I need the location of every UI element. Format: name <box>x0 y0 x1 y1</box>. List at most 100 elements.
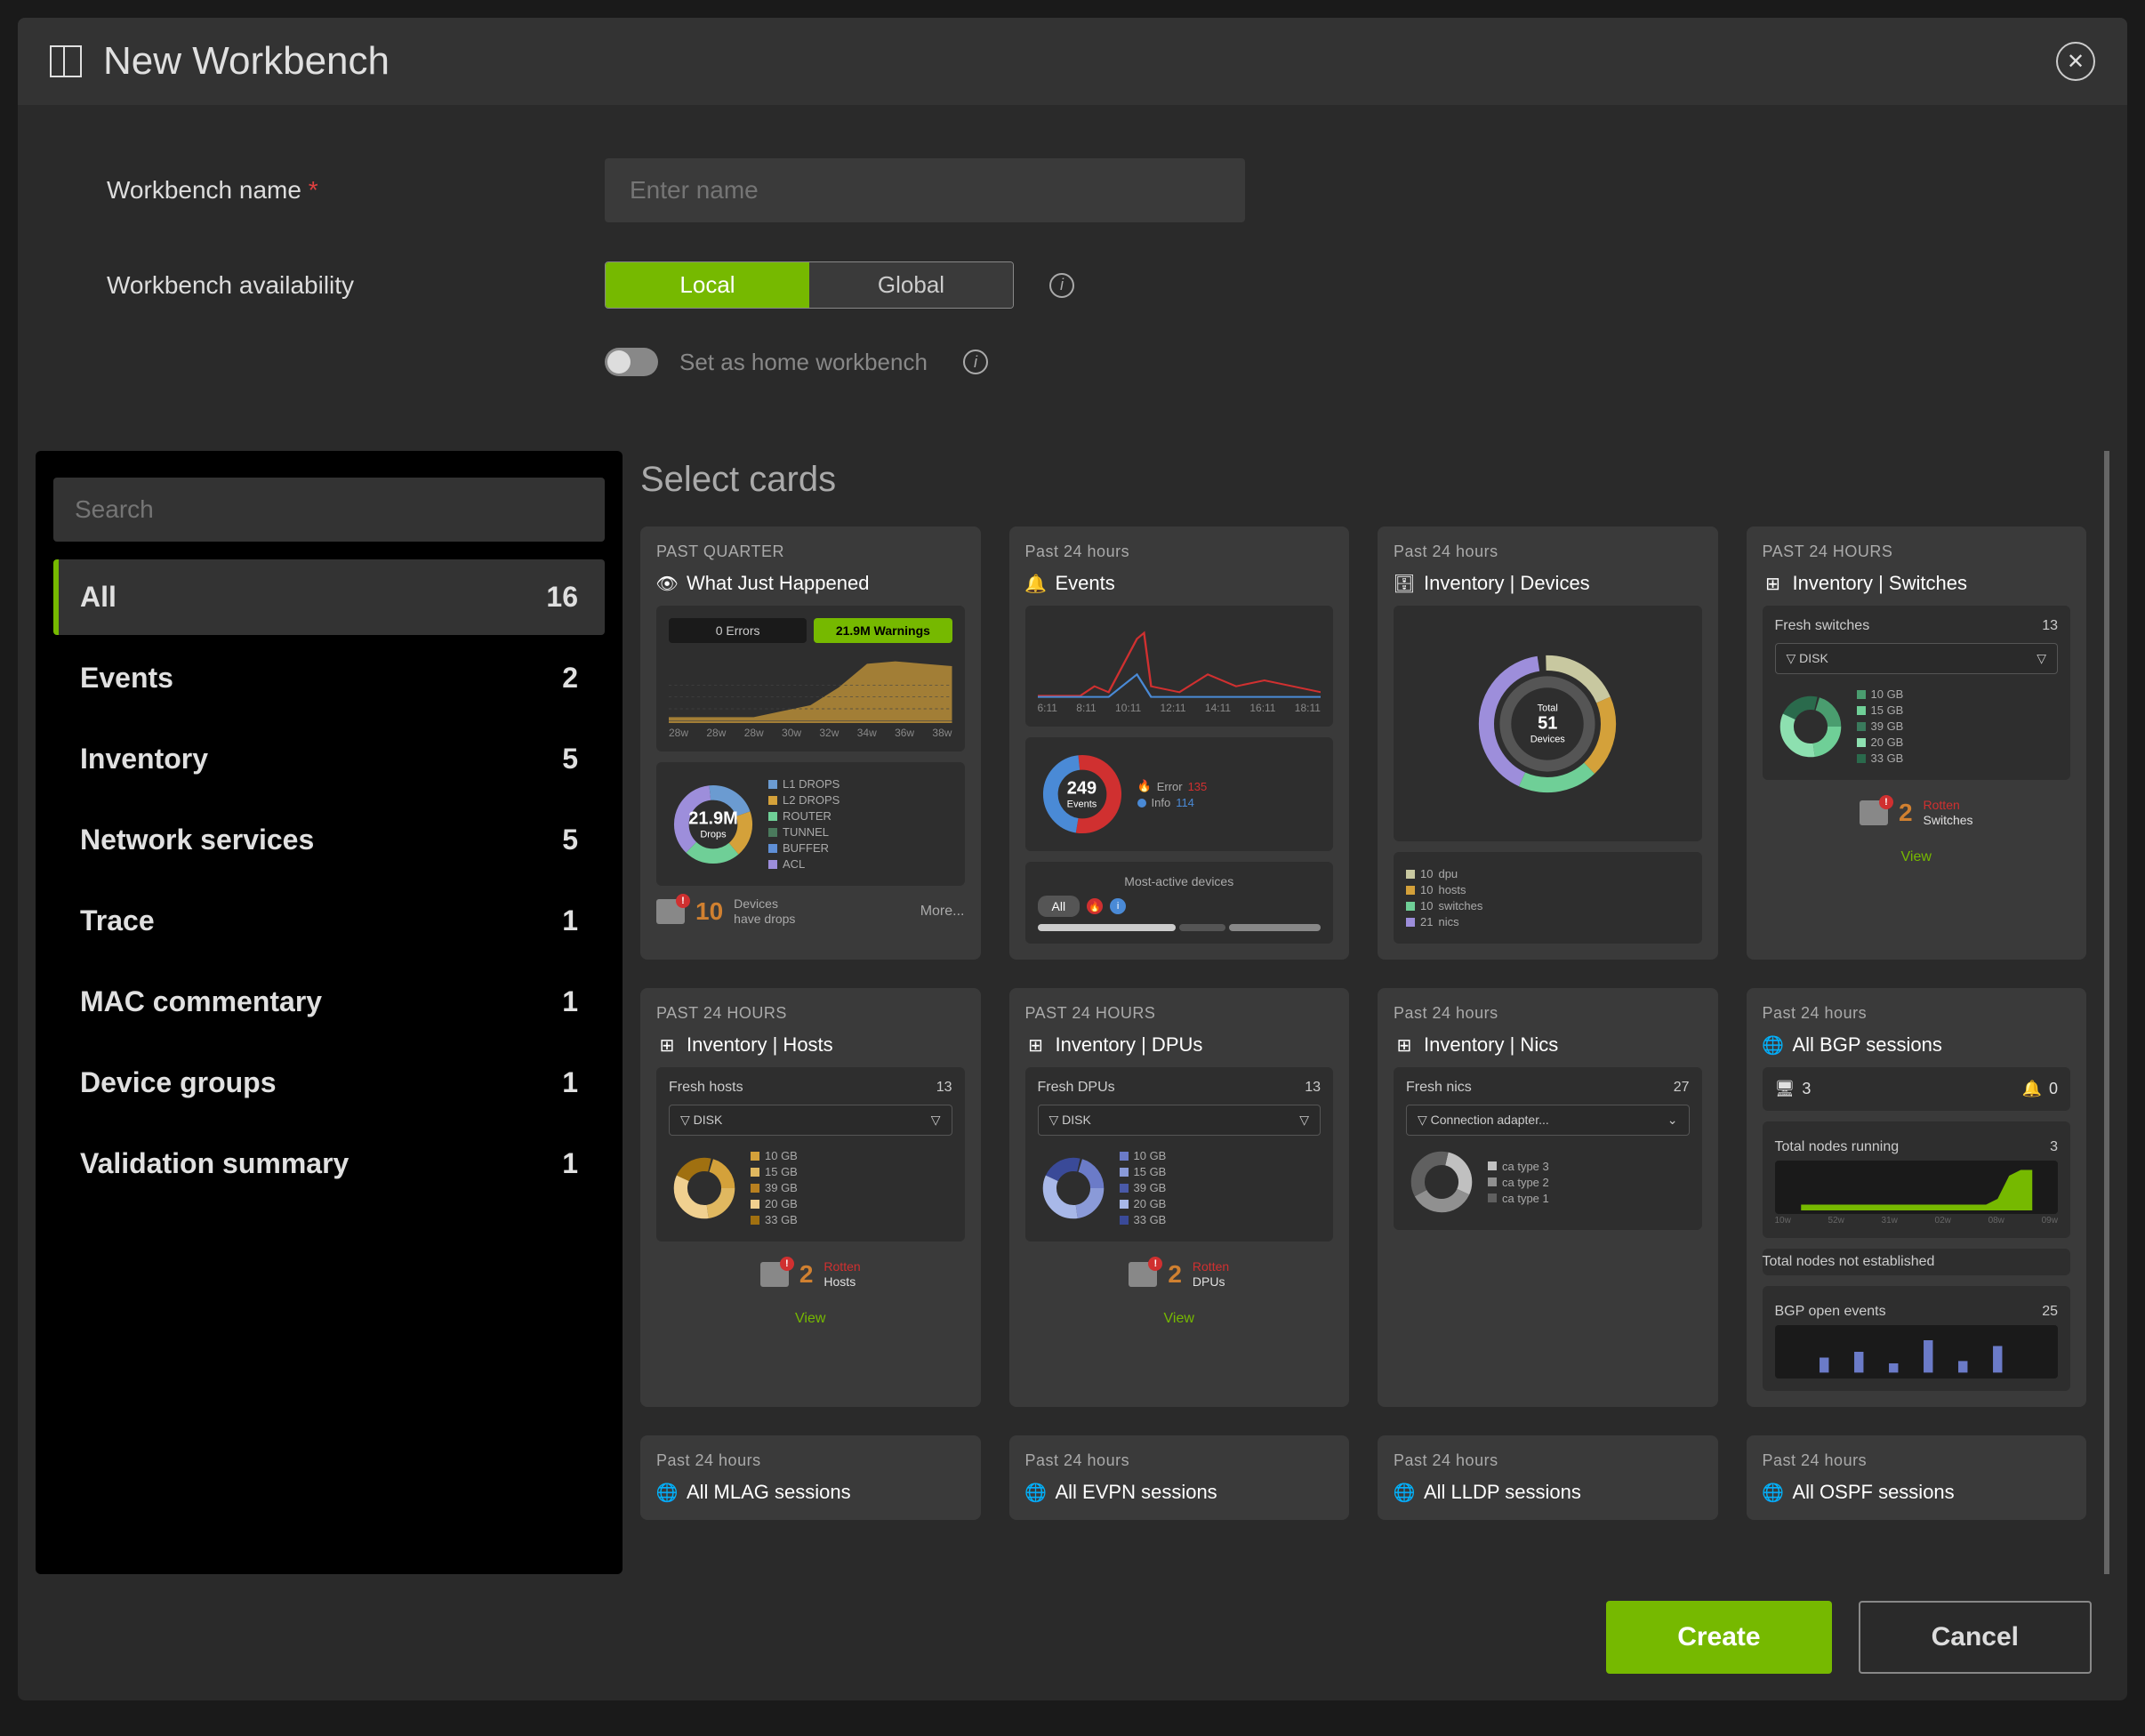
chevron-down-icon: ▽ <box>2037 651 2046 666</box>
card-title: All LLDP sessions <box>1424 1481 1581 1504</box>
alert-icon <box>1129 1262 1157 1287</box>
more-link[interactable]: More... <box>920 904 965 920</box>
home-workbench-label: Set as home workbench <box>679 349 928 376</box>
fresh-label: Fresh switches <box>1775 618 1870 634</box>
modal-header: New Workbench ✕ <box>18 18 2127 105</box>
fire-icon[interactable]: 🔥 <box>1087 898 1103 914</box>
eye-icon: 👁 <box>656 573 678 594</box>
card-time-label: Past 24 hours <box>1394 1451 1702 1470</box>
dpus-legend: 10 GB 15 GB 39 GB 20 GB 33 GB <box>1120 1146 1167 1229</box>
devices-drops-count: 10 <box>695 897 723 926</box>
card-time-label: Past 24 hours <box>1394 1004 1702 1023</box>
axis-labels: 28w28w28w30w32w34w36w38w <box>669 727 952 739</box>
card-mlag-sessions[interactable]: Past 24 hours 🌐All MLAG sessions <box>640 1435 981 1520</box>
close-button[interactable]: ✕ <box>2056 42 2095 81</box>
nics-donut <box>1406 1146 1477 1218</box>
sidebar-item-validation-summary[interactable]: Validation summary1 <box>53 1126 605 1202</box>
bell-icon: 🔔 <box>1025 573 1047 594</box>
card-title: Inventory | Devices <box>1424 572 1590 595</box>
card-inventory-dpus[interactable]: PAST 24 HOURS ⊞Inventory | DPUs Fresh DP… <box>1009 988 1350 1407</box>
fresh-label: Fresh DPUs <box>1038 1080 1115 1096</box>
modal-footer: Create Cancel <box>18 1574 2127 1700</box>
tab-all[interactable]: All <box>1038 896 1081 917</box>
card-time-label: PAST 24 HOURS <box>1763 542 2071 561</box>
sidebar-item-device-groups[interactable]: Device groups1 <box>53 1045 605 1121</box>
drops-legend: L1 DROPS L2 DROPS ROUTER TUNNEL BUFFER A… <box>768 775 840 873</box>
search-input[interactable] <box>53 478 605 542</box>
home-workbench-switch[interactable] <box>605 348 658 376</box>
view-link[interactable]: View <box>1025 1307 1334 1330</box>
devices-donut: Total51Devices <box>1467 644 1627 804</box>
cards-title: Select cards <box>640 460 2086 500</box>
info-icon[interactable]: i <box>1049 273 1074 298</box>
disk-filter[interactable]: ▽ DISK▽ <box>1775 643 2059 674</box>
card-time-label: Past 24 hours <box>1394 542 1702 561</box>
create-button[interactable]: Create <box>1606 1601 1831 1674</box>
card-time-label: PAST 24 HOURS <box>1025 1004 1334 1023</box>
card-title: All BGP sessions <box>1793 1033 1942 1057</box>
globe-icon: 🌐 <box>1025 1482 1047 1503</box>
card-time-label: PAST QUARTER <box>656 542 965 561</box>
card-what-just-happened[interactable]: PAST QUARTER 👁What Just Happened 0 Error… <box>640 526 981 960</box>
host-icon: ⊞ <box>656 1034 678 1056</box>
card-inventory-hosts[interactable]: PAST 24 HOURS ⊞Inventory | Hosts Fresh h… <box>640 988 981 1407</box>
fresh-label: Fresh nics <box>1406 1080 1472 1096</box>
disk-filter[interactable]: ▽ DISK▽ <box>669 1105 952 1136</box>
fresh-count: 13 <box>1305 1080 1321 1096</box>
card-title: Inventory | Switches <box>1793 572 1967 595</box>
card-inventory-devices[interactable]: Past 24 hours 🗄Inventory | Devices T <box>1378 526 1718 960</box>
availability-toggle: Local Global <box>605 261 1014 309</box>
info-icon[interactable]: i <box>963 350 988 374</box>
card-lldp-sessions[interactable]: Past 24 hours 🌐All LLDP sessions <box>1378 1435 1718 1520</box>
card-ospf-sessions[interactable]: Past 24 hours 🌐All OSPF sessions <box>1747 1435 2087 1520</box>
card-bgp-sessions[interactable]: Past 24 hours 🌐All BGP sessions 🖥3 🔔0 To… <box>1747 988 2087 1407</box>
card-title: What Just Happened <box>687 572 869 595</box>
chevron-down-icon: ▽ <box>1299 1113 1309 1128</box>
sidebar-item-network-services[interactable]: Network services5 <box>53 802 605 878</box>
info-icon[interactable]: i <box>1110 898 1126 914</box>
bgp-sparkline <box>1775 1161 2059 1214</box>
availability-label: Workbench availability <box>107 271 605 300</box>
label: Total nodes not established <box>1763 1254 1935 1270</box>
globe-icon: 🌐 <box>1763 1482 1784 1503</box>
alert-icon <box>656 899 685 924</box>
switches-donut <box>1775 691 1846 762</box>
warnings-pill: 21.9M Warnings <box>814 618 952 643</box>
sidebar-item-events[interactable]: Events2 <box>53 640 605 716</box>
card-inventory-nics[interactable]: Past 24 hours ⊞Inventory | Nics Fresh ni… <box>1378 988 1718 1407</box>
card-events[interactable]: Past 24 hours 🔔Events 6:118:1110:1112:11… <box>1009 526 1350 960</box>
cancel-button[interactable]: Cancel <box>1859 1601 2092 1674</box>
availability-global[interactable]: Global <box>809 262 1013 308</box>
bgp-events-sparkline <box>1775 1325 2059 1378</box>
view-link[interactable]: View <box>1763 846 2071 869</box>
disk-filter[interactable]: ▽ DISK▽ <box>1038 1105 1322 1136</box>
cards-grid: PAST QUARTER 👁What Just Happened 0 Error… <box>640 526 2086 1520</box>
card-title: Inventory | Nics <box>1424 1033 1558 1057</box>
card-time-label: Past 24 hours <box>1025 542 1334 561</box>
monitor-icon: 🖥 <box>1775 1080 1796 1098</box>
label: BGP open events <box>1775 1304 1886 1320</box>
new-workbench-modal: New Workbench ✕ Workbench name * Workben… <box>18 18 2127 1700</box>
card-title: Inventory | Hosts <box>687 1033 833 1057</box>
globe-icon: 🌐 <box>1763 1034 1784 1056</box>
fresh-count: 27 <box>1674 1080 1690 1096</box>
fire-icon: 🔥 <box>1137 779 1152 793</box>
sidebar-item-inventory[interactable]: Inventory5 <box>53 721 605 797</box>
connection-adapter-filter[interactable]: ▽ Connection adapter...⌄ <box>1406 1105 1690 1136</box>
modal-title: New Workbench <box>103 39 2056 84</box>
form-section: Workbench name * Workbench availability … <box>18 105 2127 451</box>
card-time-label: PAST 24 HOURS <box>656 1004 965 1023</box>
card-inventory-switches[interactable]: PAST 24 HOURS ⊞ Inventory | Switches Fres… <box>1747 526 2087 960</box>
hosts-donut <box>669 1153 740 1224</box>
name-label: Workbench name * <box>107 176 605 205</box>
sidebar-item-all[interactable]: All16 <box>53 559 605 635</box>
fresh-count: 13 <box>936 1080 952 1096</box>
sidebar-item-mac-commentary[interactable]: MAC commentary1 <box>53 964 605 1040</box>
sidebar-item-trace[interactable]: Trace1 <box>53 883 605 959</box>
workbench-name-input[interactable] <box>605 158 1245 222</box>
availability-local[interactable]: Local <box>606 262 809 308</box>
view-link[interactable]: View <box>656 1307 965 1330</box>
cards-area: Select cards PAST QUARTER 👁 What Just Hap… <box>640 451 2109 1574</box>
switch-icon: ⊞ <box>1763 573 1784 594</box>
card-evpn-sessions[interactable]: Past 24 hours 🌐All EVPN sessions <box>1009 1435 1350 1520</box>
